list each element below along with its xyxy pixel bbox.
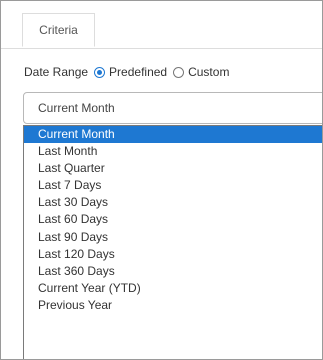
option-last-120-days[interactable]: Last 120 Days [24,246,322,263]
radio-predefined[interactable] [94,66,106,78]
option-last-month[interactable]: Last Month [24,143,322,160]
option-last-quarter[interactable]: Last Quarter [24,160,322,177]
option-last-90-days[interactable]: Last 90 Days [24,229,322,246]
date-range-dropdown-list[interactable]: Current Month Last Month Last Quarter La… [23,125,322,359]
radio-custom[interactable] [173,66,185,78]
radio-predefined-label[interactable]: Predefined [109,65,167,79]
date-range-select-value: Current Month [38,101,115,115]
option-current-year-ytd[interactable]: Current Year (YTD) [24,280,322,297]
option-last-30-days[interactable]: Last 30 Days [24,194,322,211]
criteria-panel: Criteria Date Range Predefined Custom Cu… [0,0,323,360]
date-range-label: Date Range [24,65,89,79]
tab-criteria[interactable]: Criteria [22,13,95,47]
option-previous-year[interactable]: Previous Year [24,297,322,314]
option-last-60-days[interactable]: Last 60 Days [24,211,322,228]
tab-criteria-label: Criteria [39,23,78,37]
option-current-month[interactable]: Current Month [24,126,322,144]
option-last-360-days[interactable]: Last 360 Days [24,263,322,280]
date-range-select[interactable]: Current Month [23,92,322,124]
date-range-row: Date Range Predefined Custom [24,65,229,79]
tab-bar: Criteria [1,1,322,49]
radio-custom-label[interactable]: Custom [188,65,229,79]
option-last-7-days[interactable]: Last 7 Days [24,177,322,194]
